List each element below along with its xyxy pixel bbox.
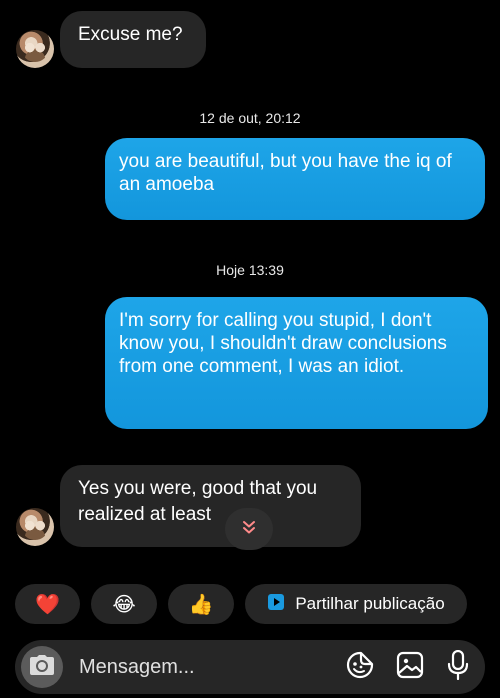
gallery-icon [396, 651, 424, 684]
message-input[interactable] [79, 653, 339, 681]
scroll-to-bottom-button[interactable] [225, 508, 273, 550]
contact-avatar[interactable] [16, 508, 54, 546]
share-post-button[interactable]: Partilhar publicação [245, 584, 467, 624]
message-text: you are beautiful, but you have the iq o… [119, 151, 452, 195]
heart-icon: ❤️ [35, 593, 60, 616]
microphone-icon [446, 649, 470, 685]
message-text: I'm sorry for calling you stupid, I don'… [119, 310, 447, 377]
message-incoming[interactable]: Excuse me? [60, 11, 206, 68]
quick-reply-thumbs-up[interactable]: 👍 [168, 584, 234, 624]
microphone-button[interactable] [443, 649, 473, 685]
quick-reply-heart[interactable]: ❤️ [15, 584, 80, 624]
thumbs-up-icon: 👍 [188, 593, 214, 616]
timestamp: 12 de out, 20:12 [199, 110, 301, 126]
play-square-icon [267, 593, 285, 616]
gallery-button[interactable] [395, 651, 425, 684]
share-post-label: Partilhar publicação [295, 594, 445, 613]
laughing-emoji-icon: 😂 [112, 593, 136, 616]
contact-avatar[interactable] [16, 30, 54, 68]
message-incoming[interactable]: Yes you were, good that you realized at … [60, 465, 361, 547]
timestamp: Hoje 13:39 [216, 262, 284, 278]
message-composer [15, 640, 485, 694]
message-text: Excuse me? [78, 24, 183, 45]
chevron-double-down-icon [241, 519, 257, 540]
sticker-icon [346, 651, 374, 684]
camera-icon [29, 654, 55, 681]
sticker-button[interactable] [345, 651, 375, 684]
camera-button[interactable] [21, 646, 63, 688]
message-outgoing[interactable]: you are beautiful, but you have the iq o… [105, 138, 485, 220]
message-outgoing[interactable]: I'm sorry for calling you stupid, I don'… [105, 297, 488, 429]
message-text: Yes you were, good that you realized at … [78, 478, 318, 525]
quick-reply-laugh[interactable]: 😂 [91, 584, 157, 624]
